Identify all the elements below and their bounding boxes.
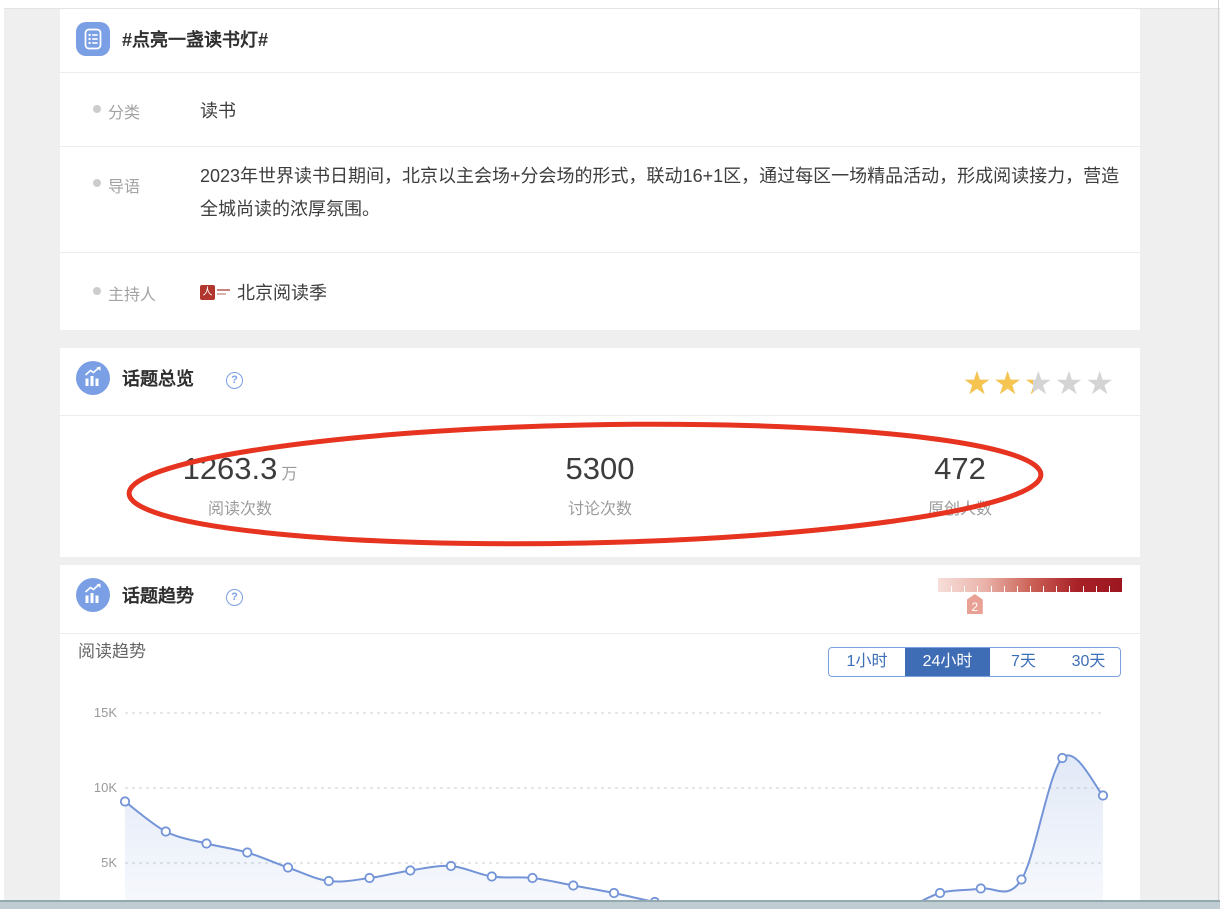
data-point-marker xyxy=(284,863,292,871)
data-point-marker xyxy=(1099,791,1107,799)
window-left-edge xyxy=(0,0,4,909)
data-point-marker xyxy=(488,872,496,880)
tab-7day[interactable]: 7天 xyxy=(990,648,1057,676)
originals-label: 原创人数 xyxy=(780,495,1140,519)
divider xyxy=(60,633,1140,634)
data-point-marker xyxy=(528,874,536,882)
host-label: 主持人 xyxy=(108,281,156,305)
gauge-tick-icon xyxy=(1096,586,1097,592)
host-link[interactable]: 人 北京阅读季 xyxy=(200,279,327,305)
topic-overview-card: 话题总览 ? ★★★★★ ★★★★★ 1263.3万 阅读次数 5300 讨论次… xyxy=(60,348,1140,557)
stat-originals: 472 原创人数 xyxy=(780,415,1140,557)
data-point-marker xyxy=(569,881,577,889)
reads-label: 阅读次数 xyxy=(60,495,420,519)
reads-unit: 万 xyxy=(281,466,297,483)
overview-title: 话题总览 xyxy=(122,348,194,411)
data-point-marker xyxy=(162,827,170,835)
data-point-marker xyxy=(1017,875,1025,883)
data-point-marker xyxy=(406,866,414,874)
data-point-marker xyxy=(447,862,455,870)
tab-30day[interactable]: 30天 xyxy=(1057,648,1120,676)
overview-stats: 1263.3万 阅读次数 5300 讨论次数 472 原创人数 xyxy=(60,415,1140,557)
gauge-tick-icon xyxy=(1030,586,1031,592)
data-point-marker xyxy=(202,839,210,847)
svg-text:15K: 15K xyxy=(94,705,117,720)
gauge-tick-icon xyxy=(1109,586,1110,592)
trend-card-header: 话题趋势 ? 2 xyxy=(60,565,1140,628)
svg-text:5K: 5K xyxy=(101,855,117,870)
topic-title: #点亮一盏读书灯# xyxy=(122,9,268,72)
gauge-tick-icon xyxy=(1043,586,1044,592)
discussions-label: 讨论次数 xyxy=(420,495,780,519)
gauge-tick-icon xyxy=(1004,586,1005,592)
lead-text: 2023年世界读书日期间，北京以主会场+分会场的形式，联动16+1区，通过每区一… xyxy=(200,160,1128,226)
heat-gauge-marker: 2 xyxy=(967,594,983,614)
chart-stats-icon xyxy=(76,361,110,395)
time-range-tabs: 1小时 24小时 7天 30天 xyxy=(828,647,1121,677)
data-point-marker xyxy=(936,889,944,897)
window-bottom-scrollbar[interactable] xyxy=(0,900,1220,909)
data-point-marker xyxy=(121,797,129,805)
bullet-icon xyxy=(93,179,101,187)
gauge-tick-icon xyxy=(1017,586,1018,592)
read-trend-label: 阅读趋势 xyxy=(78,637,146,662)
bullet-icon xyxy=(93,105,101,113)
gauge-tick-icon xyxy=(977,586,978,592)
category-value: 读书 xyxy=(200,97,236,123)
bullet-icon xyxy=(93,287,101,295)
lead-label: 导语 xyxy=(108,173,140,197)
window-right-edge xyxy=(1218,0,1219,909)
window-top-edge xyxy=(0,0,1220,9)
star-rating: ★★★★★ ★★★★★ xyxy=(963,366,1116,400)
data-point-marker xyxy=(365,874,373,882)
trend-help-icon[interactable]: ? xyxy=(226,589,243,606)
topic-row-host: 主持人 人 北京阅读季 xyxy=(60,252,1140,330)
originals-value: 472 xyxy=(934,451,986,486)
trend-title: 话题趋势 xyxy=(122,565,194,628)
svg-text:10K: 10K xyxy=(94,780,117,795)
stat-discussions: 5300 讨论次数 xyxy=(420,415,780,557)
stars-filled: ★★★★★ xyxy=(963,366,1034,400)
beijing-reading-season-seal-icon: 人 xyxy=(200,285,215,300)
read-trend-line-chart: 5K 10K 15K xyxy=(60,690,1140,909)
data-point-marker xyxy=(325,877,333,885)
gauge-tick-icon xyxy=(951,586,952,592)
data-point-marker xyxy=(610,889,618,897)
gauge-tick-icon xyxy=(964,586,965,592)
analytics-page: #点亮一盏读书灯# 分类 读书 导语 2023年世界读书日期间，北京以主会场+分… xyxy=(0,0,1220,909)
tab-24hour[interactable]: 24小时 xyxy=(905,648,990,676)
topic-row-category: 分类 读书 xyxy=(60,72,1140,146)
gauge-tick-icon xyxy=(1083,586,1084,592)
category-label: 分类 xyxy=(108,99,140,123)
data-point-marker xyxy=(243,848,251,856)
topic-info-card: #点亮一盏读书灯# 分类 读书 导语 2023年世界读书日期间，北京以主会场+分… xyxy=(60,9,1140,330)
stat-reads: 1263.3万 阅读次数 xyxy=(60,415,420,557)
gauge-tick-icon xyxy=(991,586,992,592)
gauge-tick-icon xyxy=(1069,586,1070,592)
seal-text-lines-icon xyxy=(217,289,230,295)
gauge-tick-icon xyxy=(1056,586,1057,592)
topic-row-lead: 导语 2023年世界读书日期间，北京以主会场+分会场的形式，联动16+1区，通过… xyxy=(60,146,1140,252)
data-point-marker xyxy=(977,884,985,892)
topic-list-icon xyxy=(76,22,110,56)
topic-card-header: #点亮一盏读书灯# xyxy=(60,9,1140,72)
topic-trend-card: 话题趋势 ? 2 阅读趋势 1小时 24小时 7天 30天 5K 10K 15K xyxy=(60,565,1140,909)
chart-trend-icon xyxy=(76,578,110,612)
discussions-value: 5300 xyxy=(566,451,635,486)
tab-1hour[interactable]: 1小时 xyxy=(829,648,905,676)
data-point-marker xyxy=(1058,754,1066,762)
overview-card-header: 话题总览 ? ★★★★★ ★★★★★ xyxy=(60,348,1140,411)
heat-gauge xyxy=(938,578,1122,592)
overview-help-icon[interactable]: ? xyxy=(226,372,243,389)
host-name[interactable]: 北京阅读季 xyxy=(237,279,327,305)
reads-value: 1263.3 xyxy=(183,451,278,486)
